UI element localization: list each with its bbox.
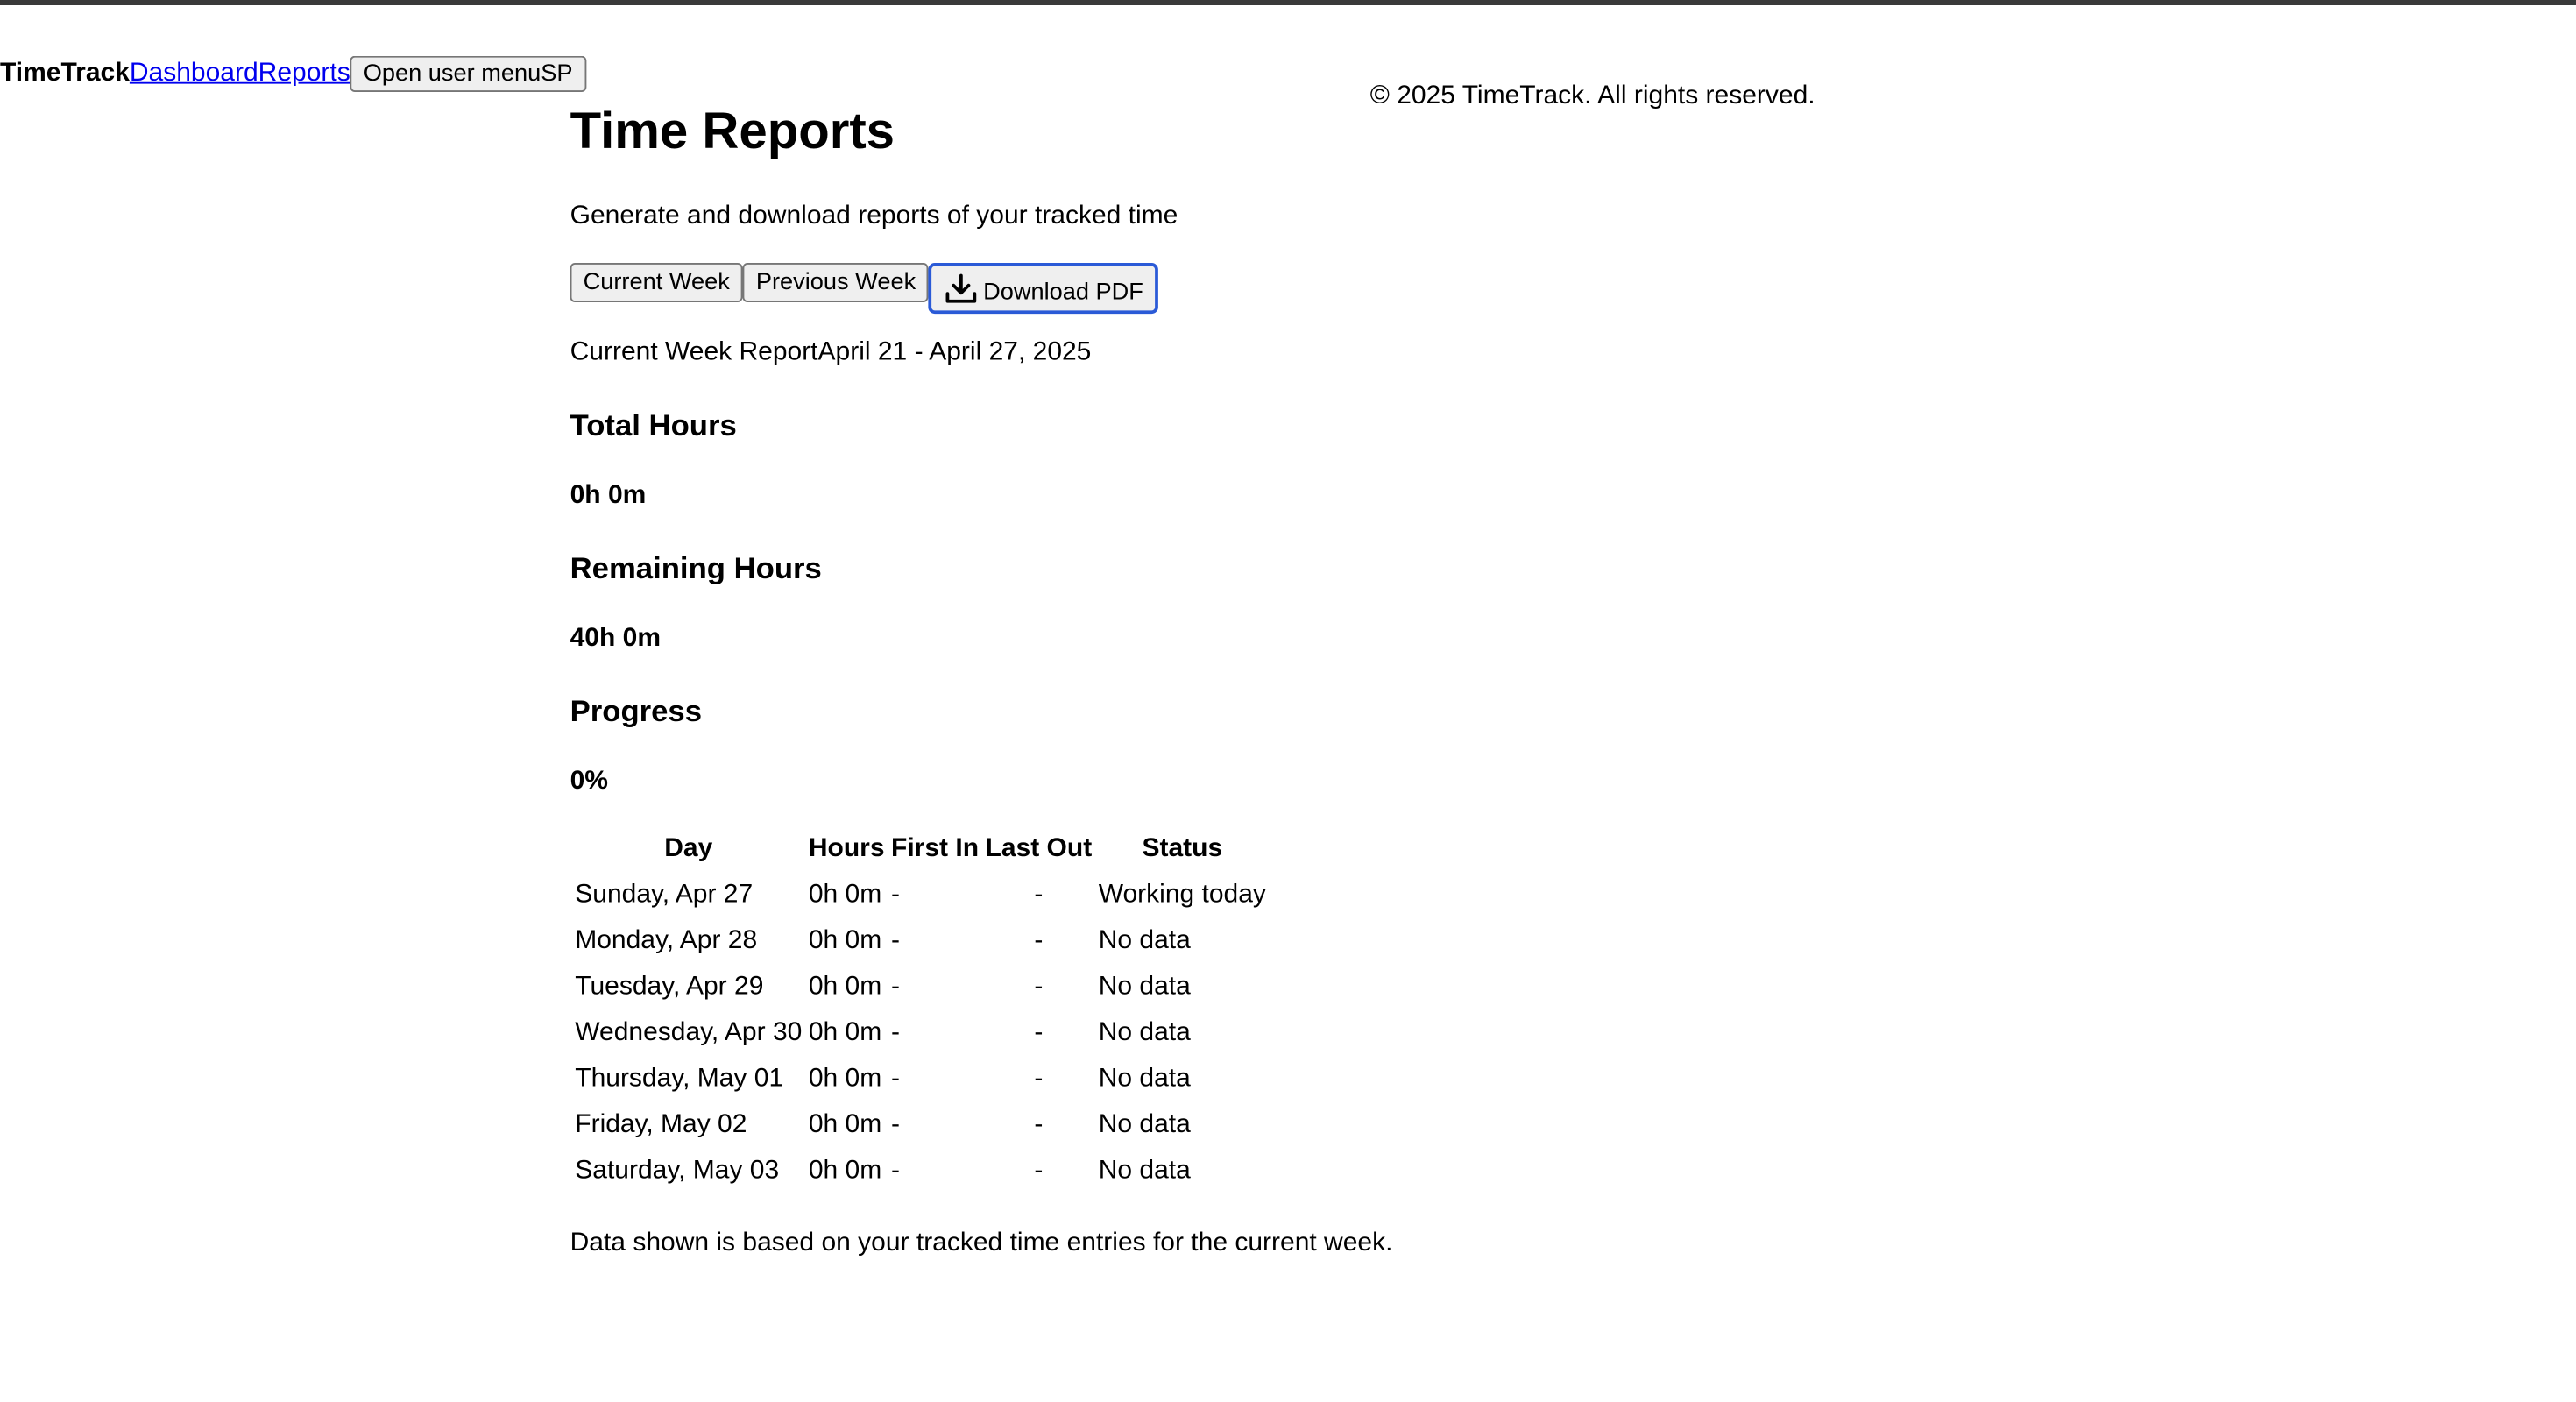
cell-first-in: -	[891, 1018, 901, 1047]
cell-last-out: -	[1034, 926, 1044, 955]
footer-copyright: © 2025 TimeTrack. All rights reserved.	[1369, 81, 1815, 110]
top-border-bar	[0, 0, 2576, 5]
cell-status: No data	[1098, 1018, 1191, 1047]
remaining-hours-value: 40h 0m	[570, 624, 662, 653]
cell-status: No data	[1098, 1065, 1191, 1093]
user-menu-button[interactable]: Open user menuSP	[350, 55, 586, 92]
cell-status: No data	[1098, 926, 1191, 955]
cell-hours: 0h 0m	[808, 1065, 882, 1093]
cell-status: Working today	[1098, 881, 1266, 909]
table-row: Saturday, May 03 0h 0m - - No data	[573, 1151, 1267, 1193]
cell-hours: 0h 0m	[808, 1157, 882, 1185]
data-note: Data shown is based on your tracked time…	[570, 1229, 1393, 1257]
column-header-status: Status	[1142, 834, 1223, 863]
previous-week-button[interactable]: Previous Week	[742, 263, 930, 302]
cell-first-in: -	[891, 926, 901, 955]
cell-first-in: -	[891, 1110, 901, 1139]
cell-last-out: -	[1034, 1018, 1044, 1047]
cell-day: Sunday, Apr 27	[575, 881, 754, 909]
table-row: Friday, May 02 0h 0m - - No data	[573, 1104, 1267, 1147]
column-header-first-in: First In	[891, 834, 980, 863]
cell-day: Friday, May 02	[575, 1110, 747, 1139]
header: TimeTrack Dashboard Reports Open user me…	[0, 55, 586, 92]
total-hours-value: 0h 0m	[570, 481, 647, 510]
report-actions: Current Week Previous Week Download PDF	[570, 263, 1158, 315]
total-hours-title: Total Hours	[570, 407, 737, 443]
cell-first-in: -	[891, 1065, 901, 1093]
download-pdf-label: Download PDF	[983, 279, 1143, 306]
table-row: Thursday, May 01 0h 0m - - No data	[573, 1059, 1267, 1101]
cell-hours: 0h 0m	[808, 881, 882, 909]
cell-day: Tuesday, Apr 29	[575, 973, 764, 1001]
cell-hours: 0h 0m	[808, 1018, 882, 1047]
download-pdf-button[interactable]: Download PDF	[929, 263, 1158, 315]
cell-hours: 0h 0m	[808, 926, 882, 955]
current-week-button[interactable]: Current Week	[570, 263, 743, 302]
column-header-day: Day	[664, 834, 713, 863]
cell-day: Wednesday, Apr 30	[575, 1018, 803, 1047]
user-initials: SP	[541, 60, 573, 88]
cell-first-in: -	[891, 973, 901, 1001]
table-row: Monday, Apr 28 0h 0m - - No data	[573, 920, 1267, 963]
weekly-report-table: Day Hours First In Last Out Status Sunda…	[570, 825, 1271, 1196]
date-range: April 21 - April 27, 2025	[817, 338, 1092, 367]
cell-last-out: -	[1034, 1157, 1044, 1185]
cell-last-out: -	[1034, 1110, 1044, 1139]
report-range: Current Week ReportApril 21 - April 27, …	[570, 338, 1092, 368]
report-label: Current Week Report	[570, 338, 818, 367]
progress-value: 0%	[570, 767, 608, 796]
remaining-hours-title: Remaining Hours	[570, 550, 822, 585]
nav-link-dashboard[interactable]: Dashboard	[130, 60, 258, 89]
cell-status: No data	[1098, 1110, 1191, 1139]
cell-day: Thursday, May 01	[575, 1065, 784, 1093]
cell-day: Monday, Apr 28	[575, 926, 758, 955]
cell-last-out: -	[1034, 973, 1044, 1001]
cell-status: No data	[1098, 1157, 1191, 1185]
cell-first-in: -	[891, 1157, 901, 1185]
nav-link-reports[interactable]: Reports	[258, 60, 350, 89]
cell-last-out: -	[1034, 1065, 1044, 1093]
cell-day: Saturday, May 03	[575, 1157, 780, 1185]
cell-first-in: -	[891, 881, 901, 909]
cell-last-out: -	[1034, 881, 1044, 909]
column-header-last-out: Last Out	[985, 834, 1093, 863]
user-menu-label: Open user menu	[363, 60, 541, 88]
brand-logo-text[interactable]: TimeTrack	[0, 60, 130, 89]
cell-status: No data	[1098, 973, 1191, 1001]
cell-hours: 0h 0m	[808, 973, 882, 1001]
page-title: Time Reports	[570, 102, 895, 159]
cell-hours: 0h 0m	[808, 1110, 882, 1139]
progress-title: Progress	[570, 693, 703, 728]
page-subtitle: Generate and download reports of your tr…	[570, 202, 1178, 230]
table-row: Wednesday, Apr 30 0h 0m - - No data	[573, 1012, 1267, 1055]
table-row: Tuesday, Apr 29 0h 0m - - No data	[573, 967, 1267, 1009]
download-icon	[946, 273, 978, 303]
column-header-hours: Hours	[808, 834, 885, 863]
table-header-row: Day Hours First In Last Out Status	[573, 828, 1267, 871]
table-row: Sunday, Apr 27 0h 0m - - Working today	[573, 874, 1267, 917]
